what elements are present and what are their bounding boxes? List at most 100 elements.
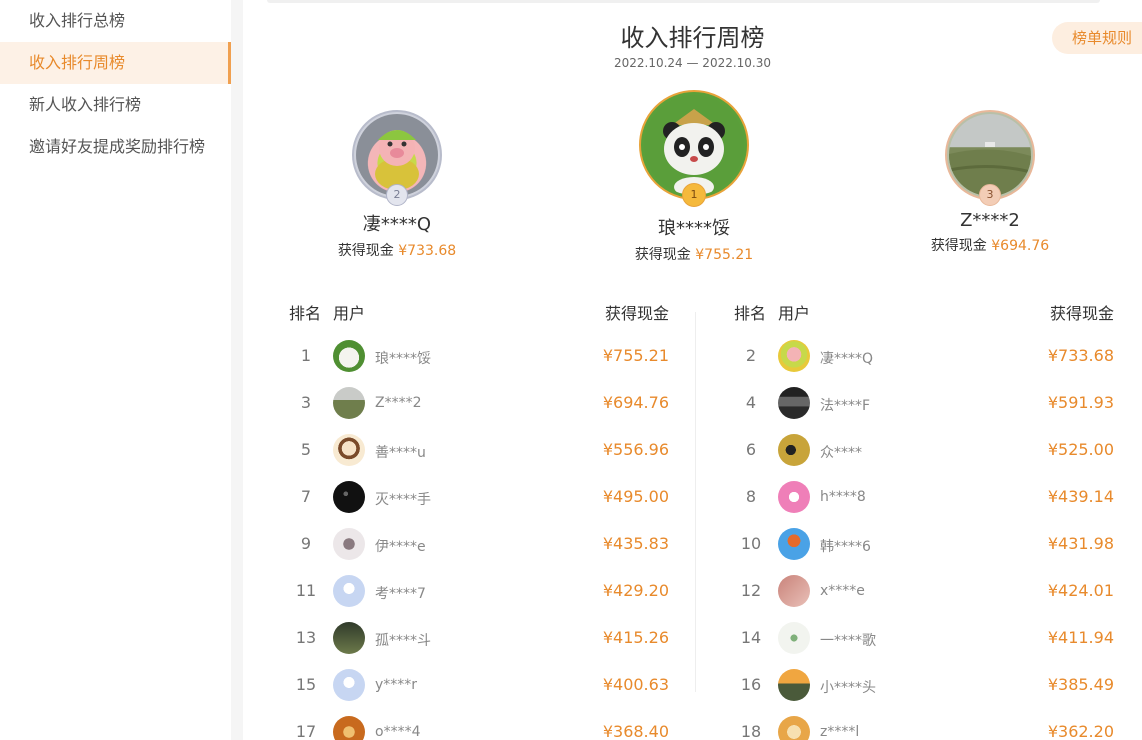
- podium-first-cash: 获得现金 ¥755.21: [584, 244, 804, 264]
- cash-amount: ¥439.14: [1047, 487, 1114, 506]
- sidebar-item-total-income-ranking[interactable]: 收入排行总榜: [0, 0, 231, 42]
- rank-number: 6: [745, 440, 757, 459]
- cash-amount: ¥755.21: [695, 247, 754, 263]
- rank-number: 11: [295, 581, 317, 600]
- cash-amount: ¥733.68: [398, 243, 457, 259]
- avatar[interactable]: [778, 387, 810, 419]
- cash-label: 获得现金: [634, 247, 691, 263]
- avatar[interactable]: [333, 669, 365, 701]
- avatar[interactable]: [333, 716, 365, 740]
- main-panel: 收入排行周榜 2022.10.24 — 2022.10.30 榜单规则 2 凄*…: [243, 0, 1142, 740]
- rank-number: 7: [300, 487, 312, 506]
- cash-amount: ¥755.21: [602, 346, 669, 365]
- cash-amount: ¥411.94: [1047, 628, 1114, 647]
- avatar[interactable]: [778, 340, 810, 372]
- cash-amount: ¥556.96: [602, 440, 669, 459]
- podium-third-name: Z****2: [960, 210, 1020, 231]
- user-name: 韩****6: [820, 539, 871, 555]
- rank-number: 1: [300, 346, 312, 365]
- avatar[interactable]: [333, 575, 365, 607]
- cash-amount: ¥415.26: [602, 628, 669, 647]
- user-name: 伊****e: [375, 539, 426, 555]
- table-row[interactable]: 1 琅****馁 ¥755.21: [289, 338, 669, 374]
- cash-amount: ¥591.93: [1047, 393, 1114, 412]
- cash-amount: ¥362.20: [1047, 722, 1114, 740]
- rank-number: 8: [745, 487, 757, 506]
- podium-third-avatar[interactable]: 3: [945, 110, 1035, 206]
- table-row[interactable]: 17 o****4 ¥368.40: [289, 714, 669, 740]
- rank-number: 13: [295, 628, 317, 647]
- user-name: 灭****手: [375, 492, 431, 508]
- table-row[interactable]: 2 凄****Q ¥733.68: [734, 338, 1114, 374]
- table-row[interactable]: 15 y****r ¥400.63: [289, 667, 669, 703]
- table-row[interactable]: 3 Z****2 ¥694.76: [289, 385, 669, 421]
- user-name: 小****头: [820, 680, 876, 696]
- header-cash: 获得现金: [1049, 304, 1114, 323]
- ranking-table-right: 排名 用户 获得现金 2 凄****Q ¥733.68 4 法****F ¥591.93 6…: [734, 300, 1114, 740]
- table-header: 排名 用户 获得现金: [289, 300, 669, 323]
- table-row[interactable]: 16 小****头 ¥385.49: [734, 667, 1114, 703]
- header-cash: 获得现金: [604, 304, 669, 323]
- sidebar-item-newcomer-income-ranking[interactable]: 新人收入排行榜: [0, 84, 231, 126]
- user-name: h****8: [820, 489, 866, 505]
- avatar[interactable]: [333, 481, 365, 513]
- user-name: x****e: [820, 583, 865, 599]
- top-divider: [267, 0, 1100, 3]
- column-divider: [695, 312, 696, 692]
- cash-label: 获得现金: [930, 238, 987, 254]
- table-row[interactable]: 5 善****u ¥556.96: [289, 432, 669, 468]
- user-name: Z****2: [375, 395, 422, 411]
- podium-third: 3 Z****2 获得现金 ¥694.76: [880, 110, 1100, 255]
- podium-first: 1 琅****馁 获得现金 ¥755.21: [584, 90, 804, 264]
- cash-amount: ¥424.01: [1047, 581, 1114, 600]
- user-name: y****r: [375, 677, 418, 693]
- table-row[interactable]: 12 x****e ¥424.01: [734, 573, 1114, 609]
- podium-first-avatar[interactable]: 1: [639, 90, 749, 207]
- sidebar-item-weekly-income-ranking[interactable]: 收入排行周榜: [0, 42, 231, 84]
- avatar[interactable]: [333, 340, 365, 372]
- table-row[interactable]: 6 众**** ¥525.00: [734, 432, 1114, 468]
- rank-badge-gold: 1: [682, 183, 706, 207]
- sidebar-item-invite-reward-ranking[interactable]: 邀请好友提成奖励排行榜: [0, 126, 231, 168]
- table-row[interactable]: 10 韩****6 ¥431.98: [734, 526, 1114, 562]
- rules-button[interactable]: 榜单规则: [1052, 22, 1142, 54]
- table-row[interactable]: 9 伊****e ¥435.83: [289, 526, 669, 562]
- sidebar: 收入排行总榜 收入排行周榜 新人收入排行榜 邀请好友提成奖励排行榜: [0, 0, 231, 740]
- avatar[interactable]: [333, 622, 365, 654]
- podium-second-name: 凄****Q: [362, 214, 432, 235]
- table-row[interactable]: 11 考****7 ¥429.20: [289, 573, 669, 609]
- user-name: 众****: [820, 445, 862, 461]
- avatar[interactable]: [778, 575, 810, 607]
- cash-amount: ¥400.63: [602, 675, 669, 694]
- header-user: 用户: [778, 304, 811, 323]
- avatar[interactable]: [778, 622, 810, 654]
- rank-number: 5: [300, 440, 312, 459]
- podium-third-cash: 获得现金 ¥694.76: [880, 235, 1100, 255]
- cash-amount: ¥694.76: [991, 238, 1050, 254]
- avatar[interactable]: [333, 434, 365, 466]
- avatar[interactable]: [333, 387, 365, 419]
- podium-second: 2 凄****Q 获得现金 ¥733.68: [287, 110, 507, 260]
- user-name: z****l: [820, 724, 860, 740]
- rank-badge-bronze: 3: [979, 184, 1001, 206]
- rank-badge-silver: 2: [386, 184, 408, 206]
- avatar[interactable]: [778, 669, 810, 701]
- user-name: 善****u: [375, 445, 426, 461]
- user-name: 琅****馁: [375, 351, 431, 367]
- avatar[interactable]: [333, 528, 365, 560]
- table-row[interactable]: 8 h****8 ¥439.14: [734, 479, 1114, 515]
- avatar[interactable]: [778, 716, 810, 740]
- cash-amount: ¥694.76: [602, 393, 669, 412]
- avatar[interactable]: [778, 481, 810, 513]
- podium-second-cash: 获得现金 ¥733.68: [287, 240, 507, 260]
- rank-number: 18: [740, 722, 762, 740]
- avatar[interactable]: [778, 528, 810, 560]
- table-row[interactable]: 18 z****l ¥362.20: [734, 714, 1114, 740]
- cash-amount: ¥368.40: [602, 722, 669, 740]
- table-row[interactable]: 14 一****歌 ¥411.94: [734, 620, 1114, 656]
- podium-second-avatar[interactable]: 2: [352, 110, 442, 206]
- table-row[interactable]: 4 法****F ¥591.93: [734, 385, 1114, 421]
- avatar[interactable]: [778, 434, 810, 466]
- table-row[interactable]: 7 灭****手 ¥495.00: [289, 479, 669, 515]
- table-row[interactable]: 13 孤****斗 ¥415.26: [289, 620, 669, 656]
